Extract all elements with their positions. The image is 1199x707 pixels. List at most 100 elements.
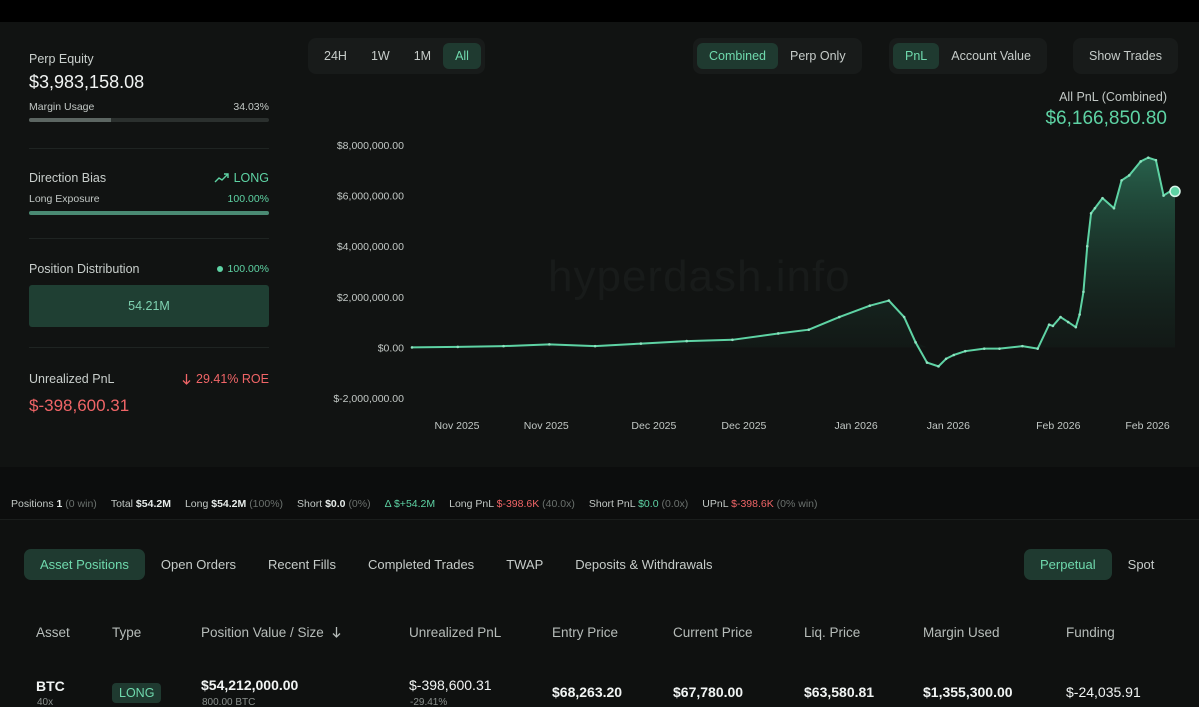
tab-asset-positions[interactable]: Asset Positions	[24, 548, 145, 580]
show-trades-group: Show Trades	[1073, 38, 1178, 74]
asset-leverage: 40x	[37, 697, 54, 707]
x-tick-label: Dec 2025	[721, 420, 766, 432]
y-tick-label: $2,000,000.00	[337, 292, 404, 304]
funding: $-24,035.91	[1066, 684, 1141, 700]
col-position-value[interactable]: Position Value / Size	[201, 625, 341, 640]
y-tick-label: $8,000,000.00	[337, 140, 404, 152]
pnl-point	[1074, 325, 1078, 329]
range-tab-all[interactable]: All	[443, 43, 481, 69]
direction-bias-value: LONG	[233, 171, 269, 185]
col-unrealized-pnl[interactable]: Unrealized PnL	[409, 625, 501, 640]
current-value-marker[interactable]	[1169, 185, 1181, 198]
market-tab-perpetual[interactable]: Perpetual	[1024, 548, 1112, 580]
metric-tab-account-value[interactable]: Account Value	[939, 43, 1043, 69]
col-asset[interactable]: Asset	[36, 625, 70, 640]
col-margin-used[interactable]: Margin Used	[923, 625, 1000, 640]
perp-equity-block: Perp Equity $3,983,158.08 Margin Usage 3…	[29, 52, 269, 122]
stat-short: Short $0.0 (0%)	[297, 497, 371, 510]
roe-badge: 29.41% ROE	[182, 372, 269, 386]
pnl-point	[1162, 194, 1165, 197]
margin-usage-bar	[29, 118, 269, 122]
pnl-point	[1120, 179, 1123, 182]
perp-equity-label: Perp Equity	[29, 52, 94, 66]
market-tab-spot[interactable]: Spot	[1112, 549, 1171, 580]
pnl-point	[868, 304, 872, 307]
position-value: $54,212,000.00	[201, 677, 299, 693]
liq-price: $63,580.81	[804, 684, 875, 700]
tab-open-orders[interactable]: Open Orders	[145, 549, 252, 580]
unrealized-pnl-label: Unrealized PnL	[29, 372, 115, 386]
range-tabs: 24H 1W 1M All	[308, 38, 485, 74]
divider	[29, 347, 269, 348]
divider	[29, 148, 269, 149]
margin-usage-value: 34.03%	[233, 101, 269, 113]
position-distribution-label: Position Distribution	[29, 262, 140, 276]
range-tab-1w[interactable]: 1W	[359, 43, 402, 69]
pnl-point	[1146, 156, 1150, 159]
long-exposure-bar	[29, 211, 269, 215]
type-badge: LONG	[112, 683, 162, 703]
pnl-point	[1154, 158, 1158, 162]
direction-bias-block: Direction Bias LONG Long Exposure 100.00…	[29, 171, 269, 215]
pnl-point	[1112, 206, 1116, 210]
dot-icon	[216, 266, 223, 272]
asset-name[interactable]: BTC	[36, 678, 65, 694]
col-current-price[interactable]: Current Price	[673, 625, 753, 640]
unrealized-pnl-cell: $-398,600.31	[409, 677, 492, 693]
pnl-point	[1093, 206, 1097, 210]
col-funding[interactable]: Funding	[1066, 625, 1115, 640]
x-tick-label: Feb 2026	[1125, 420, 1170, 432]
pnl-point	[1021, 344, 1024, 348]
mode-tab-perp-only[interactable]: Perp Only	[778, 43, 858, 69]
pnl-area	[412, 157, 1175, 348]
mode-tabs: Combined Perp Only	[693, 38, 862, 74]
range-tab-24h[interactable]: 24H	[312, 43, 359, 69]
pnl-point	[887, 299, 891, 302]
pnl-chart[interactable]: $8,000,000.00 $6,000,000.00 $4,000,000.00 $…	[300, 130, 1185, 440]
tab-completed-trades[interactable]: Completed Trades	[352, 549, 490, 580]
pnl-point	[1101, 196, 1104, 200]
pnl-point	[502, 344, 505, 348]
pnl-point	[410, 346, 414, 349]
stat-positions: Positions 1 (0 win)	[11, 497, 97, 510]
pnl-point	[902, 315, 906, 319]
pnl-point	[639, 342, 643, 345]
mode-tab-combined[interactable]: Combined	[697, 43, 778, 69]
col-type[interactable]: Type	[112, 625, 141, 640]
pnl-point	[1036, 347, 1039, 350]
position-distribution-bar[interactable]: 54.21M	[29, 285, 269, 327]
pnl-point	[1066, 320, 1070, 324]
tab-twap[interactable]: TWAP	[490, 549, 559, 580]
position-distribution-block: Position Distribution 100.00% 54.21M	[29, 262, 269, 327]
col-liq-price[interactable]: Liq. Price	[804, 625, 860, 640]
current-price: $67,780.00	[673, 684, 744, 700]
top-bar	[0, 0, 1199, 22]
pnl-point	[944, 357, 948, 361]
tab-recent-fills[interactable]: Recent Fills	[252, 549, 352, 580]
pnl-point	[937, 365, 940, 368]
pnl-point	[1139, 160, 1142, 163]
long-exposure-value: 100.00%	[227, 193, 269, 205]
pnl-point	[998, 347, 1001, 350]
y-tick-label: $-2,000,000.00	[333, 393, 404, 405]
pnl-point	[963, 349, 967, 353]
metric-tab-pnl[interactable]: PnL	[893, 43, 940, 69]
stat-delta: Δ $+54.2M	[384, 497, 436, 510]
x-tick-label: Nov 2025	[524, 420, 569, 432]
position-distribution-pct: 100.00%	[216, 263, 269, 275]
entry-price: $68,263.20	[552, 684, 623, 700]
pnl-point	[1127, 174, 1131, 177]
pnl-point	[914, 341, 917, 344]
sort-arrow-down-icon[interactable]	[332, 627, 341, 638]
pnl-point	[1047, 323, 1051, 326]
col-entry-price[interactable]: Entry Price	[552, 625, 618, 640]
margin-usage-label: Margin Usage	[29, 101, 95, 113]
tab-deposits-withdrawals[interactable]: Deposits & Withdrawals	[559, 549, 728, 580]
show-trades-button[interactable]: Show Trades	[1077, 43, 1174, 69]
unrealized-pnl-pct: -29.41%	[410, 697, 448, 707]
range-tab-1m[interactable]: 1M	[402, 43, 443, 69]
stat-long: Long $54.2M (100%)	[184, 497, 284, 510]
pnl-point	[1089, 212, 1093, 215]
pnl-point	[925, 361, 929, 364]
long-exposure-label: Long Exposure	[29, 193, 100, 205]
